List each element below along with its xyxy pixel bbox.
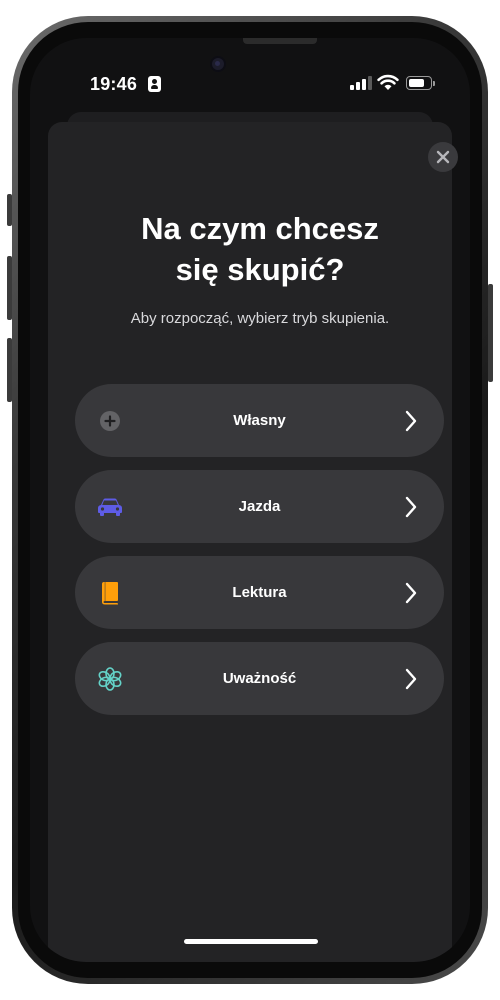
mode-label: Jazda [238, 498, 281, 515]
volume-up-button [7, 256, 12, 320]
chevron-right-icon [405, 410, 417, 432]
chevron-right-icon [405, 582, 417, 604]
mode-label: Lektura [232, 584, 287, 601]
action-button [7, 194, 12, 226]
sheet-title: Na czym chcesz się skupić? [48, 208, 470, 290]
focus-mode-list: Własny Jazda Lektura Uważność [75, 384, 444, 728]
power-button [488, 284, 493, 382]
status-bar: 19:46 [30, 38, 470, 108]
sheet-subtitle: Aby rozpocząć, wybierz tryb skupienia. [130, 310, 390, 327]
battery-level-fill [408, 78, 424, 87]
focus-mode-sheet: Na czym chcesz się skupić? Aby rozpocząć… [48, 122, 458, 962]
mode-row-custom[interactable]: Własny [75, 384, 444, 457]
wifi-icon [377, 74, 399, 90]
mode-row-mindfulness[interactable]: Uważność [75, 642, 444, 715]
contact-card-icon [148, 76, 161, 92]
screen: 19:46 Na czym chcesz się skupić? Aby roz… [30, 38, 470, 962]
cellular-signal-icon [350, 76, 372, 90]
battery-icon [406, 76, 432, 90]
sheet-title-line-1: Na czym chcesz [141, 211, 379, 246]
chevron-right-icon [405, 668, 417, 690]
mode-row-reading[interactable]: Lektura [75, 556, 444, 629]
sheet-title-line-2: się skupić? [175, 252, 345, 287]
volume-down-button [7, 338, 12, 402]
chevron-right-icon [405, 496, 417, 518]
close-icon [436, 150, 450, 164]
close-button[interactable] [428, 142, 458, 172]
status-time: 19:46 [90, 74, 138, 94]
mode-label: Własny [233, 412, 286, 429]
phone-frame: 19:46 Na czym chcesz się skupić? Aby roz… [7, 16, 493, 984]
home-indicator[interactable] [184, 939, 318, 944]
mode-row-driving[interactable]: Jazda [75, 470, 444, 543]
mode-label: Uważność [222, 670, 297, 687]
battery-tip [433, 81, 435, 86]
